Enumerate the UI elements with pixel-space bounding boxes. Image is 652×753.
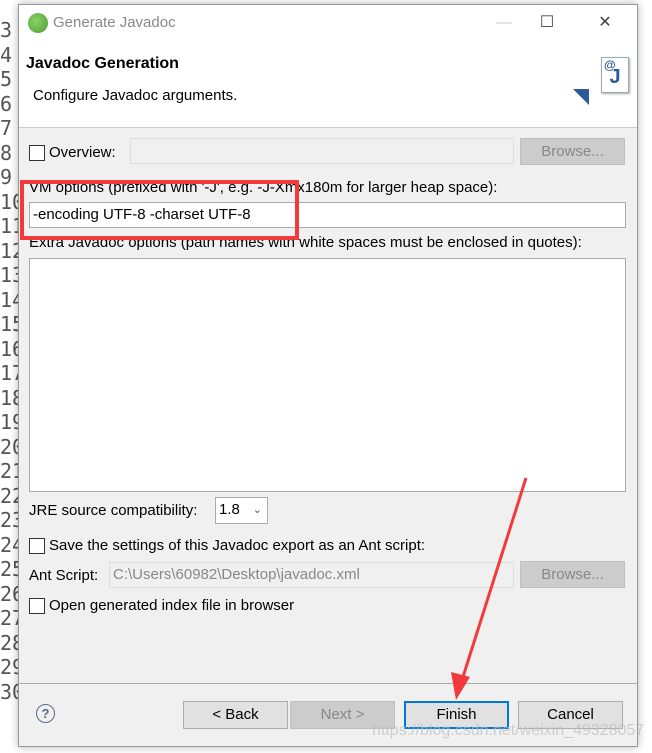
annotation-arrow: [451, 477, 528, 700]
watermark: https://blog.csdn.net/weixin_49328057: [372, 722, 645, 739]
